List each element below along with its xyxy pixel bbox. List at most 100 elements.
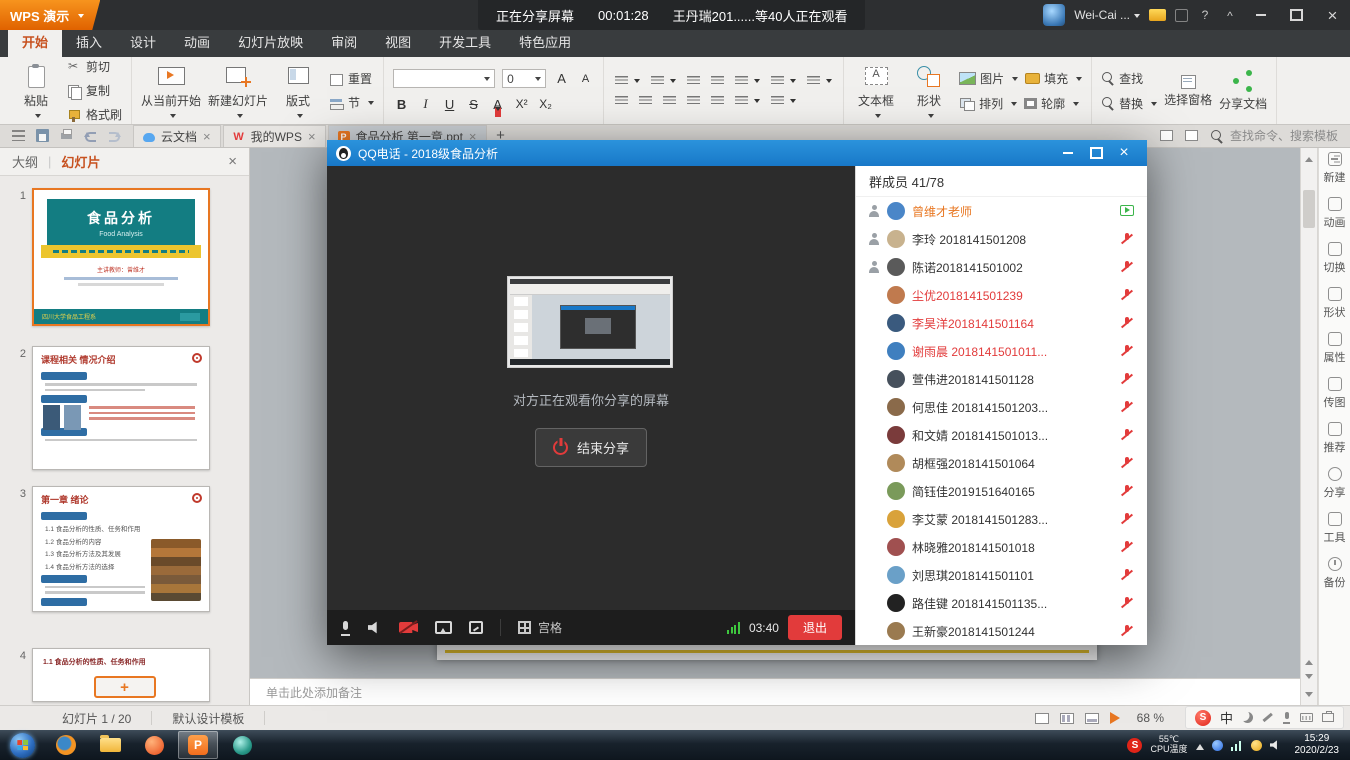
mic-status-icon[interactable] (1119, 203, 1135, 219)
sidebar-item[interactable]: 属性 (1324, 332, 1346, 365)
sogou-logo-icon[interactable] (1195, 710, 1211, 726)
align-center-button[interactable] (637, 95, 654, 107)
ribbon-tab[interactable]: 审阅 (317, 27, 371, 57)
mic-status-icon[interactable] (1119, 623, 1135, 639)
reset-button[interactable]: 重置 (328, 70, 374, 87)
presentation-mode-icon[interactable] (1160, 130, 1173, 141)
toolbox-icon[interactable] (1322, 713, 1334, 722)
mic-status-icon[interactable] (1119, 567, 1135, 583)
mic-status-icon[interactable] (1119, 511, 1135, 527)
mic-status-icon[interactable] (1119, 343, 1135, 359)
close-tab-icon[interactable] (203, 130, 211, 143)
section-button[interactable]: 节 (328, 94, 374, 111)
arrange-button[interactable]: 排列 (959, 95, 1017, 112)
indent-decrease-button[interactable] (685, 75, 702, 87)
tab-slides[interactable]: 幻灯片 (61, 152, 100, 171)
volume-icon[interactable] (1270, 740, 1282, 751)
sidebar-item[interactable]: 备份 (1324, 557, 1346, 590)
zoom-level[interactable]: 68 % (1137, 711, 1164, 725)
distribute-button[interactable] (709, 95, 726, 107)
exit-call-button[interactable]: 退出 (788, 615, 842, 640)
document-tab[interactable]: 我的WPS (223, 125, 326, 147)
membership-icon[interactable] (1149, 9, 1166, 21)
print-icon[interactable] (60, 129, 73, 142)
member-row[interactable]: 何思佳 2018141501203... (856, 393, 1147, 421)
sidebar-item[interactable]: 推荐 (1324, 422, 1346, 455)
normal-view-icon[interactable] (1035, 713, 1049, 724)
ribbon-tab[interactable]: 视图 (371, 27, 425, 57)
member-row[interactable]: 陈诺2018141501002 (856, 253, 1147, 281)
taskbar-app[interactable] (134, 731, 174, 759)
superscript-button[interactable]: X² (513, 97, 530, 111)
sidebar-item[interactable]: 切换 (1324, 242, 1346, 275)
align-right-button[interactable] (661, 95, 678, 107)
text-direction-button[interactable] (805, 75, 834, 87)
italic-button[interactable]: I (417, 96, 434, 112)
menu-icon[interactable] (12, 130, 25, 141)
textbox-button[interactable]: 文本框 (853, 61, 899, 121)
slide-1-preview[interactable]: 食品分析 Food Analysis 主讲教师：曾维才 四川大学食品工程系 (32, 188, 210, 326)
mic-status-icon[interactable] (1119, 595, 1135, 611)
slide-sorter-icon[interactable] (1060, 713, 1074, 724)
grid-view-icon[interactable] (518, 621, 531, 634)
justify-button[interactable] (685, 95, 702, 107)
whiteboard-icon[interactable] (469, 621, 483, 634)
undo-icon[interactable] (84, 129, 97, 142)
taskbar-explorer[interactable] (90, 731, 130, 759)
add-slide-button[interactable]: + (94, 676, 156, 698)
mic-status-icon[interactable] (1119, 315, 1135, 331)
close-panel-icon[interactable] (228, 153, 237, 170)
save-icon[interactable] (36, 129, 49, 142)
mic-status-icon[interactable] (1119, 371, 1135, 387)
member-row[interactable]: 李昊洋2018141501164 (856, 309, 1147, 337)
numbering-button[interactable] (649, 75, 678, 87)
sidebar-item[interactable]: 传图 (1324, 377, 1346, 410)
ime-mode[interactable]: 中 (1220, 708, 1233, 727)
play-from-current-button[interactable]: 从当前开始 (141, 61, 201, 121)
ribbon-tab[interactable]: 插入 (62, 27, 116, 57)
minimize-button[interactable] (1247, 0, 1274, 30)
member-row[interactable]: 林晓雅2018141501018 (856, 533, 1147, 561)
outline-button[interactable]: 轮廓 (1024, 95, 1079, 112)
scrollbar-thumb[interactable] (1303, 190, 1315, 228)
member-row[interactable]: 萱伟进2018141501128 (856, 365, 1147, 393)
member-row[interactable]: 刘思琪2018141501101 (856, 561, 1147, 589)
columns-button[interactable] (769, 75, 798, 87)
member-row[interactable]: 路佳键 2018141501135... (856, 589, 1147, 617)
reading-view-icon[interactable] (1085, 713, 1099, 724)
indent-increase-button[interactable] (709, 75, 726, 87)
align-left-button[interactable] (613, 95, 630, 107)
mic-status-icon[interactable] (1119, 287, 1135, 303)
account-avatar[interactable] (1043, 4, 1065, 26)
mic-status-icon[interactable] (1119, 231, 1135, 247)
subscript-button[interactable]: X₂ (537, 97, 554, 111)
moon-icon[interactable] (1242, 712, 1253, 723)
sidebar-item[interactable]: 形状 (1324, 287, 1346, 320)
qq-titlebar[interactable]: QQ电话 - 2018级食品分析 (327, 140, 1147, 166)
account-name[interactable]: Wei-Cai ... (1074, 8, 1140, 22)
taskbar-firefox[interactable] (46, 731, 86, 759)
command-search[interactable]: 查找命令、搜索模板 (1210, 127, 1338, 144)
mic-status-icon[interactable] (1119, 399, 1135, 415)
member-row[interactable]: 王新豪2018141501244 (856, 617, 1147, 645)
cut-button[interactable]: 剪切 (66, 58, 122, 75)
shapes-button[interactable]: 形状 (906, 61, 952, 121)
sidebar-item[interactable]: 动画 (1324, 197, 1346, 230)
ribbon-tab[interactable]: 特色应用 (505, 27, 585, 57)
qq-maximize-button[interactable] (1082, 140, 1110, 166)
next-slide-button[interactable] (1305, 674, 1313, 683)
taskbar-wps[interactable] (178, 731, 218, 759)
slide-3-preview[interactable]: 第一章 绪论 1.1 食品分析的性质、任务和作用1.2 食品分析的内容1.3 食… (32, 486, 210, 612)
slide-thumbnail-3[interactable]: 3 第一章 绪论 1.1 食品分析的性质、任务和作用1.2 食品分析的内容1.3… (0, 486, 249, 612)
strikethrough-button[interactable]: S (465, 97, 482, 112)
ribbon-tab[interactable]: 设计 (116, 27, 170, 57)
paragraph-layout-button[interactable] (769, 95, 798, 107)
keyboard-icon[interactable] (1300, 713, 1313, 722)
slide-thumbnail-2[interactable]: 2 课程相关 情况介绍 (0, 346, 249, 470)
ribbon-tab[interactable]: 开始 (8, 27, 62, 57)
sidebar-item[interactable]: 分享 (1324, 467, 1346, 500)
share-document-button[interactable]: 分享文档 (1219, 61, 1267, 121)
tray-alert-icon[interactable] (1251, 740, 1262, 751)
vertical-scrollbar[interactable] (1300, 148, 1318, 705)
bullets-button[interactable] (613, 75, 642, 87)
